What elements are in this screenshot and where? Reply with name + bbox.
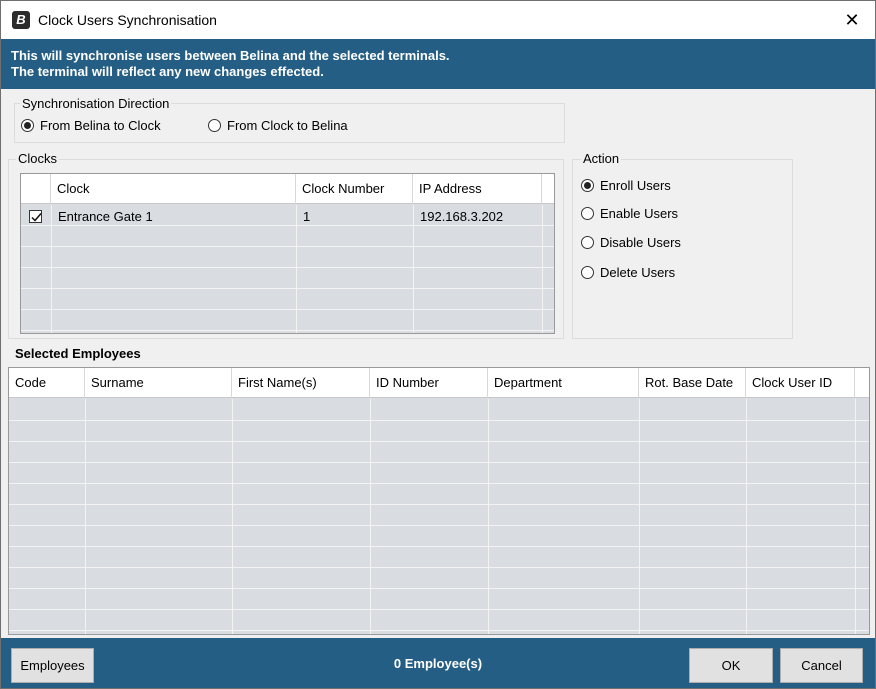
employees-grid-header: Code Surname First Name(s) ID Number Dep…	[9, 368, 869, 398]
info-banner: This will synchronise users between Beli…	[1, 39, 875, 89]
radio-label: From Belina to Clock	[40, 118, 161, 133]
employees-grid[interactable]: Code Surname First Name(s) ID Number Dep…	[8, 367, 870, 635]
radio-label: Delete Users	[600, 265, 676, 280]
col-header-surname[interactable]: Surname	[85, 368, 232, 398]
radio-label: Enroll Users	[600, 178, 671, 193]
radio-clock-to-belina[interactable]: From Clock to Belina	[208, 118, 348, 133]
action-group-label: Action	[581, 151, 622, 166]
col-header-clock-user-id[interactable]: Clock User ID	[746, 368, 855, 398]
col-header-clock[interactable]: Clock	[51, 174, 296, 204]
col-header-code[interactable]: Code	[9, 368, 85, 398]
radio-indicator	[581, 236, 594, 249]
title-bar: B Clock Users Synchronisation ✕	[1, 1, 875, 39]
cancel-button[interactable]: Cancel	[780, 648, 863, 683]
radio-indicator	[208, 119, 221, 132]
direction-group-label: Synchronisation Direction	[20, 96, 172, 111]
radio-delete-users[interactable]: Delete Users	[581, 265, 675, 280]
radio-indicator	[581, 179, 594, 192]
banner-line-2: The terminal will reflect any new change…	[11, 64, 324, 79]
radio-enable-users[interactable]: Enable Users	[581, 206, 678, 221]
radio-indicator	[21, 119, 34, 132]
ok-button[interactable]: OK	[689, 648, 773, 683]
radio-label: Enable Users	[600, 206, 679, 221]
cell-ip-address: 192.168.3.202	[420, 209, 504, 224]
banner-line-1: This will synchronise users between Beli…	[11, 48, 450, 63]
radio-enroll-users[interactable]: Enroll Users	[581, 178, 671, 193]
window-title: Clock Users Synchronisation	[38, 12, 217, 28]
cell-clock: Entrance Gate 1	[58, 209, 153, 224]
radio-disable-users[interactable]: Disable Users	[581, 235, 681, 250]
col-header-check	[21, 174, 51, 204]
col-header-clock-number[interactable]: Clock Number	[296, 174, 413, 204]
col-header-department[interactable]: Department	[488, 368, 639, 398]
cell-clock-number: 1	[303, 209, 311, 224]
col-header-rot-base-date[interactable]: Rot. Base Date	[639, 368, 746, 398]
close-button[interactable]: ✕	[829, 1, 875, 39]
app-icon: B	[12, 11, 30, 29]
radio-indicator	[581, 207, 594, 220]
dialog-window: B Clock Users Synchronisation ✕ This wil…	[0, 0, 876, 689]
selected-employees-title: Selected Employees	[15, 346, 141, 361]
radio-label: From Clock to Belina	[227, 118, 348, 133]
col-header-first-names[interactable]: First Name(s)	[232, 368, 370, 398]
row-checkbox[interactable]	[29, 210, 42, 223]
close-icon: ✕	[844, 10, 860, 30]
radio-label: Disable Users	[600, 235, 681, 250]
radio-belina-to-clock[interactable]: From Belina to Clock	[21, 118, 161, 133]
clocks-grid[interactable]: Clock Clock Number IP Address Entrance G…	[20, 173, 555, 334]
col-header-id-number[interactable]: ID Number	[370, 368, 488, 398]
radio-indicator	[581, 266, 594, 279]
checkmark-icon	[31, 213, 42, 222]
clocks-grid-header: Clock Clock Number IP Address	[21, 174, 554, 204]
col-header-ip-address[interactable]: IP Address	[413, 174, 542, 204]
clocks-group-label: Clocks	[16, 151, 60, 166]
